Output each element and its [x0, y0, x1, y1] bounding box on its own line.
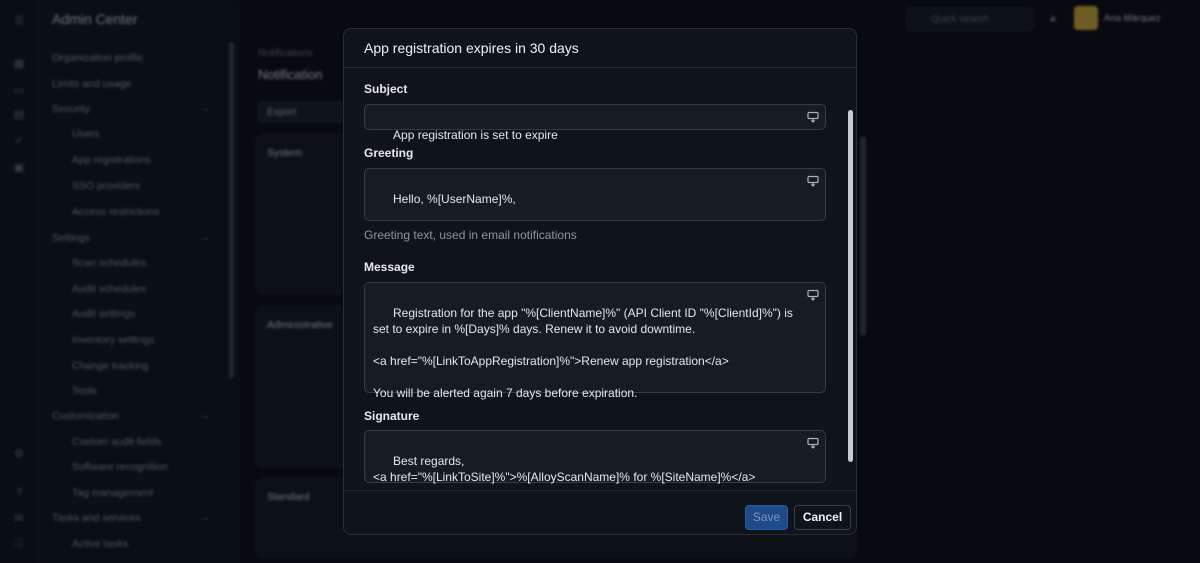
- insert-variable-icon[interactable]: [807, 111, 819, 123]
- insert-variable-icon[interactable]: [807, 175, 819, 187]
- insert-variable-icon[interactable]: [807, 289, 819, 301]
- signature-value: Best regards, <a href="%[LinkToSite]%">%…: [373, 454, 756, 484]
- greeting-label: Greeting: [364, 146, 414, 160]
- greeting-value: Hello, %[UserName]%,: [393, 192, 516, 206]
- signature-field[interactable]: Best regards, <a href="%[LinkToSite]%">%…: [364, 430, 826, 484]
- greeting-helper-text: Greeting text, used in email notificatio…: [364, 228, 577, 242]
- cancel-button[interactable]: Cancel: [794, 505, 851, 530]
- dialog-title: App registration expires in 30 days: [364, 40, 579, 56]
- dialog-scrollbar[interactable]: [848, 110, 853, 462]
- message-label: Message: [364, 260, 415, 274]
- subject-field[interactable]: App registration is set to expire: [364, 104, 826, 142]
- dialog-body: Subject App registration is set to expir…: [344, 69, 856, 489]
- dialog-header: App registration expires in 30 days: [344, 29, 856, 68]
- subject-label: Subject: [364, 82, 408, 96]
- subject-value: App registration is set to expire: [393, 128, 558, 142]
- save-button[interactable]: Save: [745, 505, 788, 530]
- greeting-field[interactable]: Hello, %[UserName]%,: [364, 168, 826, 221]
- insert-variable-icon[interactable]: [807, 437, 819, 449]
- message-field[interactable]: Registration for the app "%[ClientName]%…: [364, 282, 826, 400]
- message-value: Registration for the app "%[ClientName]%…: [373, 306, 793, 400]
- notification-edit-dialog: App registration expires in 30 days Subj…: [343, 28, 857, 535]
- dialog-footer: Save Cancel: [344, 490, 856, 534]
- signature-label: Signature: [364, 409, 420, 423]
